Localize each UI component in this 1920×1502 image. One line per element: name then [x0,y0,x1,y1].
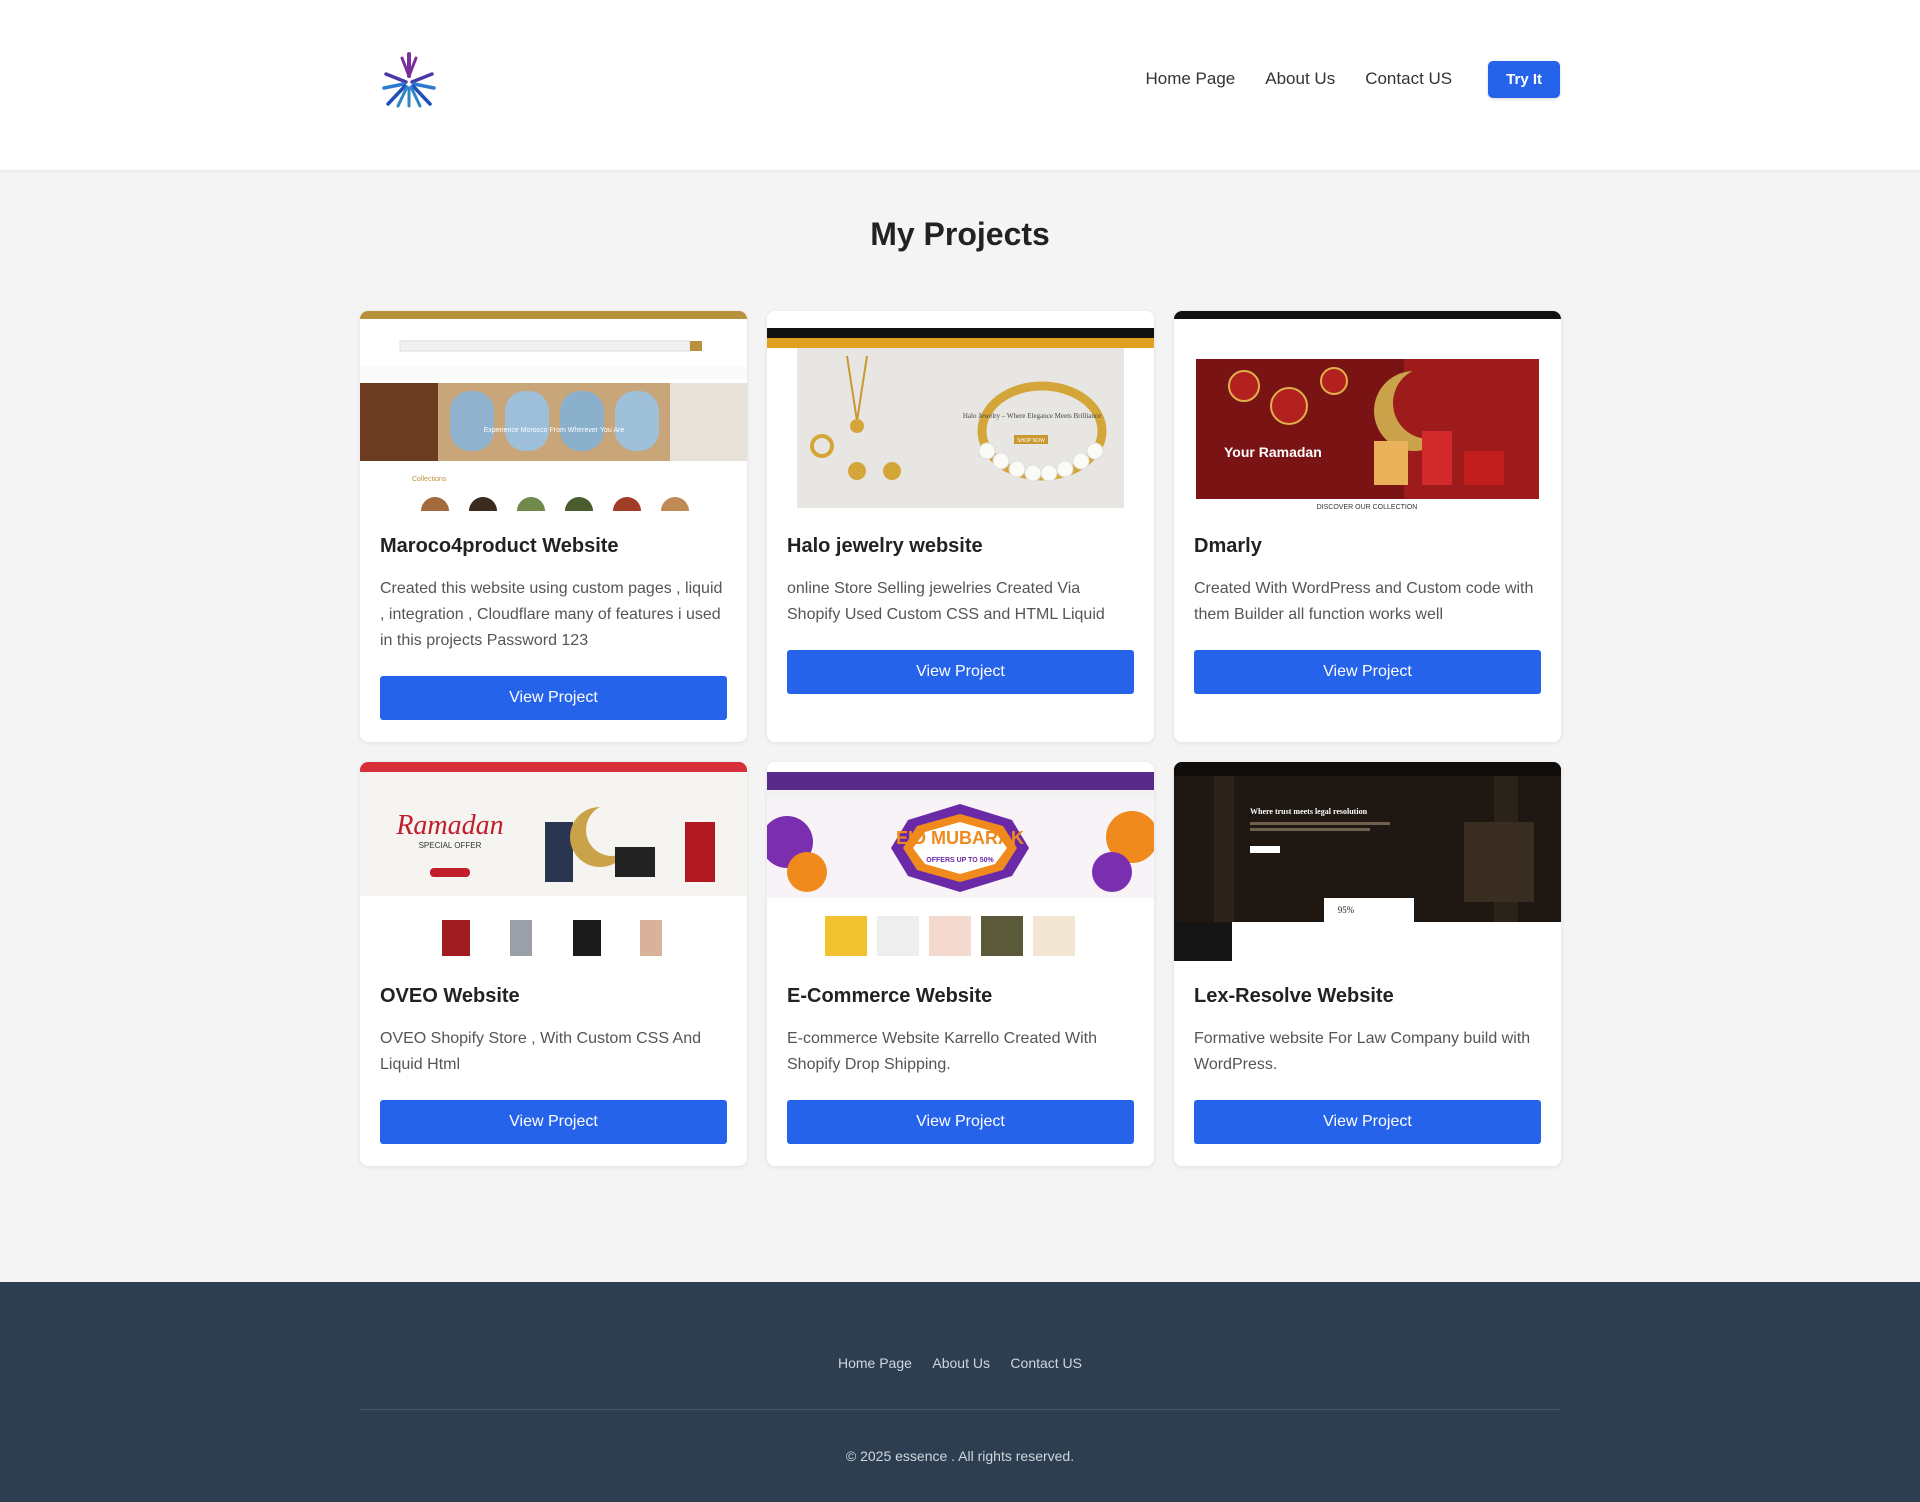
main-nav: Home Page About Us Contact US Try It [1115,60,1560,98]
thumb-headline: EID MUBARAK [896,828,1024,848]
try-it-button[interactable]: Try It [1488,60,1560,98]
project-description: E-commerce Website Karrello Created With… [787,1030,1098,1073]
project-title: Halo jewelry website [787,535,983,557]
logo-icon[interactable] [378,48,440,110]
footer-nav-home[interactable]: Home Page [838,1355,912,1371]
site-header: Home Page About Us Contact US Try It [0,0,1920,170]
thumb-headline: Ramadan [395,810,503,841]
project-description: online Store Selling jewelries Created V… [787,580,1105,623]
copyright-text: © 2025 essence . All rights reserved. [845,1448,1075,1464]
projects-grid: Experience Morocco From Wherever You Are… [360,311,1561,1166]
thumb-headline: Where trust meets legal resolution [1250,807,1368,816]
project-description: OVEO Shopify Store , With Custom CSS And… [380,1030,702,1073]
nav-home[interactable]: Home Page [1145,69,1235,89]
project-thumbnail[interactable]: Ramadan SPECIAL OFFER [360,762,747,961]
footer-nav-contact[interactable]: Contact US [1010,1355,1082,1371]
nav-contact[interactable]: Contact US [1365,69,1452,89]
project-card: EID MUBARAK OFFERS UP TO 50% E-Commerce … [767,762,1154,1166]
project-thumbnail[interactable]: Experience Morocco From Wherever You Are… [360,311,747,511]
footer-nav: Home Page About Us Contact US [360,1282,1560,1392]
page-title: My Projects [870,216,1050,252]
project-thumbnail[interactable]: Where trust meets legal resolution 95% [1174,762,1561,961]
project-thumbnail[interactable]: Halo Jewelry – Where Elegance Meets Bril… [767,311,1154,511]
footer-divider [360,1409,1560,1410]
view-project-button[interactable]: View Project [787,1100,1134,1144]
project-description: Formative website For Law Company build … [1194,1030,1531,1073]
thumb-headline: Halo Jewelry – Where Elegance Meets Bril… [963,412,1101,420]
nav-about[interactable]: About Us [1265,69,1335,89]
site-footer: Home Page About Us Contact US © 2025 ess… [0,1282,1920,1502]
project-title: OVEO Website [380,985,520,1007]
view-project-button[interactable]: View Project [1194,1100,1541,1144]
footer-nav-about[interactable]: About Us [932,1355,990,1371]
thumb-headline: Your Ramadan [1224,444,1322,460]
project-description: Created With WordPress and Custom code w… [1194,580,1534,623]
project-card: Ramadan SPECIAL OFFER OVEO Website OVEO … [360,762,747,1166]
project-card: Experience Morocco From Wherever You Are… [360,311,747,742]
project-description: Created this website using custom pages … [380,580,723,649]
project-card: Where trust meets legal resolution 95% L… [1174,762,1561,1166]
project-thumbnail[interactable]: EID MUBARAK OFFERS UP TO 50% [767,762,1154,961]
project-thumbnail[interactable]: Your Ramadan DISCOVER OUR COLLECTION [1174,311,1561,511]
main-content: My Projects Experience Morocco From Wher… [360,214,1561,1166]
project-title: Maroco4product Website [380,535,619,557]
view-project-button[interactable]: View Project [380,676,727,720]
thumb-label: DISCOVER OUR COLLECTION [1317,504,1418,511]
project-title: Lex-Resolve Website [1194,985,1394,1007]
view-project-button[interactable]: View Project [380,1100,727,1144]
thumb-label: OFFERS UP TO 50% [926,857,994,864]
thumb-label: SPECIAL OFFER [419,841,482,850]
view-project-button[interactable]: View Project [1194,650,1541,694]
thumb-label: Collections [412,476,447,483]
view-project-button[interactable]: View Project [787,650,1134,694]
project-card: Halo Jewelry – Where Elegance Meets Bril… [767,311,1154,742]
thumb-headline: Experience Morocco From Wherever You Are [484,427,625,434]
thumb-label: 95% [1338,905,1355,915]
thumb-label: SHOP NOW [1017,438,1045,444]
project-card: Your Ramadan DISCOVER OUR COLLECTION Dma… [1174,311,1561,742]
project-title: Dmarly [1194,535,1262,557]
project-title: E-Commerce Website [787,985,993,1007]
